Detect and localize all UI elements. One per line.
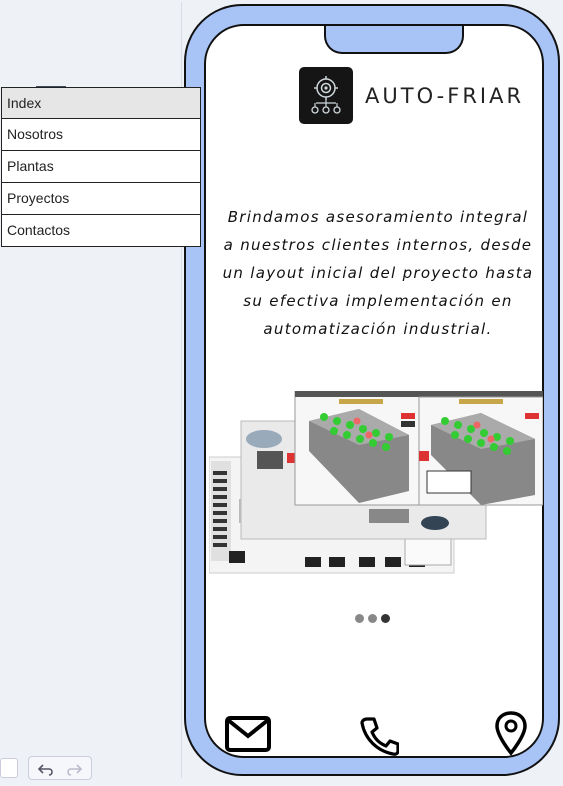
nav-item-proyectos[interactable]: Proyectos xyxy=(1,183,201,215)
resize-toggle-button[interactable] xyxy=(0,758,18,778)
undo-icon xyxy=(37,764,53,776)
nav-item-contactos[interactable]: Contactos xyxy=(1,215,201,247)
gear-circuit-logo-icon xyxy=(311,76,341,114)
mail-icon[interactable] xyxy=(224,714,272,759)
phone-frame xyxy=(184,4,560,776)
location-pin-icon[interactable] xyxy=(493,710,529,761)
redo-icon xyxy=(67,764,83,776)
undo-redo-group xyxy=(28,756,92,780)
intro-paragraph: Brindamos asesoramiento integral a nuest… xyxy=(222,208,534,338)
nav-item-plantas[interactable]: Plantas xyxy=(1,151,201,183)
carousel-dot-1[interactable] xyxy=(355,614,364,623)
carousel-dot-2[interactable] xyxy=(368,614,377,623)
editor-workspace: AUTO-FRIAR Index Nosotros Plantas Proyec… xyxy=(0,0,563,780)
brand-name: AUTO-FRIAR xyxy=(365,84,525,108)
carousel-indicators xyxy=(355,614,395,624)
phone-icon[interactable] xyxy=(359,716,400,761)
nav-item-index[interactable]: Index xyxy=(1,87,201,119)
brand-logo[interactable] xyxy=(299,67,353,124)
image-carousel[interactable] xyxy=(208,390,544,575)
carousel-slide-image xyxy=(208,390,544,574)
side-nav-menu: Index Nosotros Plantas Proyectos Contact… xyxy=(1,87,201,247)
nav-item-nosotros[interactable]: Nosotros xyxy=(1,119,201,151)
carousel-dot-3[interactable] xyxy=(381,614,390,623)
phone-notch xyxy=(324,26,464,54)
